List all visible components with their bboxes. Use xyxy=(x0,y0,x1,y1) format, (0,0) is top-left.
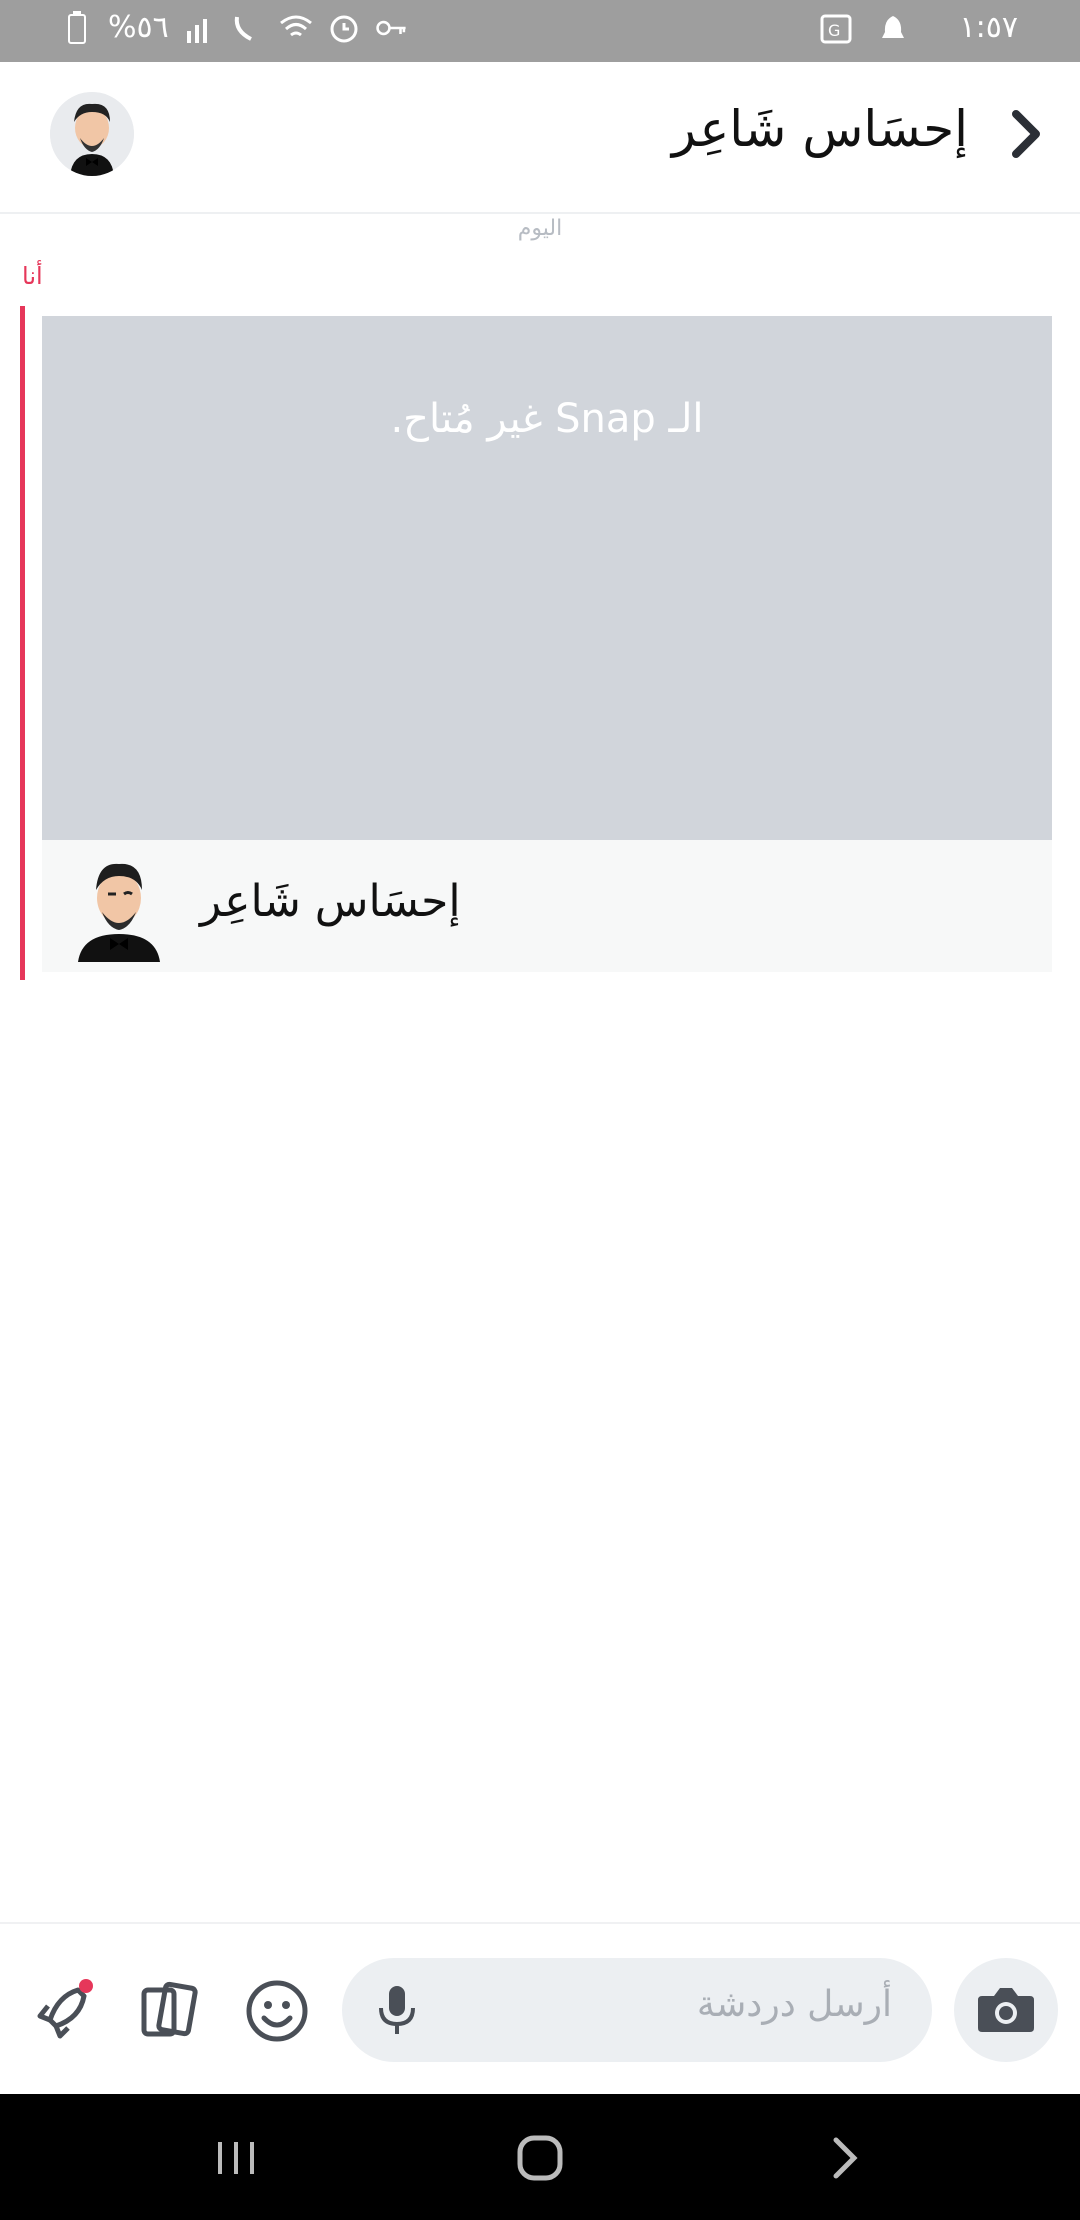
alarm-icon xyxy=(330,15,358,42)
signal-icon xyxy=(186,18,207,43)
battery-icon xyxy=(68,10,86,44)
camera-button[interactable] xyxy=(954,1958,1058,2062)
clock: ١:٥٧ xyxy=(959,10,1018,45)
date-separator: اليوم xyxy=(517,216,563,241)
sender-label: أنا xyxy=(22,262,43,290)
snap-message-card[interactable]: الـ Snap غير مُتاح. xyxy=(42,316,1052,840)
battery-percent: %٥٦ xyxy=(108,10,169,45)
home-icon[interactable] xyxy=(512,2130,568,2186)
notification-icon xyxy=(882,16,904,38)
rocket-icon[interactable] xyxy=(28,1976,98,2046)
composer-bar: أرسل دردشة xyxy=(0,1922,1080,2096)
status-bar: %٥٦ G ١:٥٧ xyxy=(0,0,1080,62)
status-left: %٥٦ xyxy=(60,10,409,45)
system-nav-bar xyxy=(0,2094,1080,2220)
wifi-call-icon xyxy=(234,16,252,41)
chat-input[interactable]: أرسل دردشة xyxy=(342,1958,932,2062)
chat-title[interactable]: إحسَاس شَاعِر xyxy=(672,100,968,158)
snap-unavailable-text: الـ Snap غير مُتاح. xyxy=(390,396,704,442)
chat-header: إحسَاس شَاعِر xyxy=(0,62,1080,214)
bitmoji-avatar-icon xyxy=(78,863,160,962)
mic-icon[interactable] xyxy=(372,1982,422,2038)
translate-icon: G xyxy=(820,14,852,44)
message-accent-bar xyxy=(20,306,25,980)
snap-author-name: إحسَاس شَاعِر xyxy=(200,876,461,927)
header-avatar[interactable] xyxy=(50,92,134,176)
snap-author-row[interactable]: إحسَاس شَاعِر xyxy=(42,840,1052,972)
wifi-icon xyxy=(279,15,312,36)
cards-icon[interactable] xyxy=(134,1976,204,2046)
status-right-icons: G xyxy=(820,12,910,46)
camera-icon xyxy=(978,1988,1034,2032)
bitmoji-avatar-icon xyxy=(50,92,134,176)
recent-apps-icon[interactable] xyxy=(208,2130,264,2186)
vpn-key-icon xyxy=(376,20,406,35)
chevron-right-icon[interactable] xyxy=(994,102,1058,166)
chat-input-placeholder: أرسل دردشة xyxy=(696,1984,892,2025)
back-icon[interactable] xyxy=(816,2130,872,2186)
svg-text:G: G xyxy=(828,21,840,40)
emoji-icon[interactable] xyxy=(242,1976,312,2046)
